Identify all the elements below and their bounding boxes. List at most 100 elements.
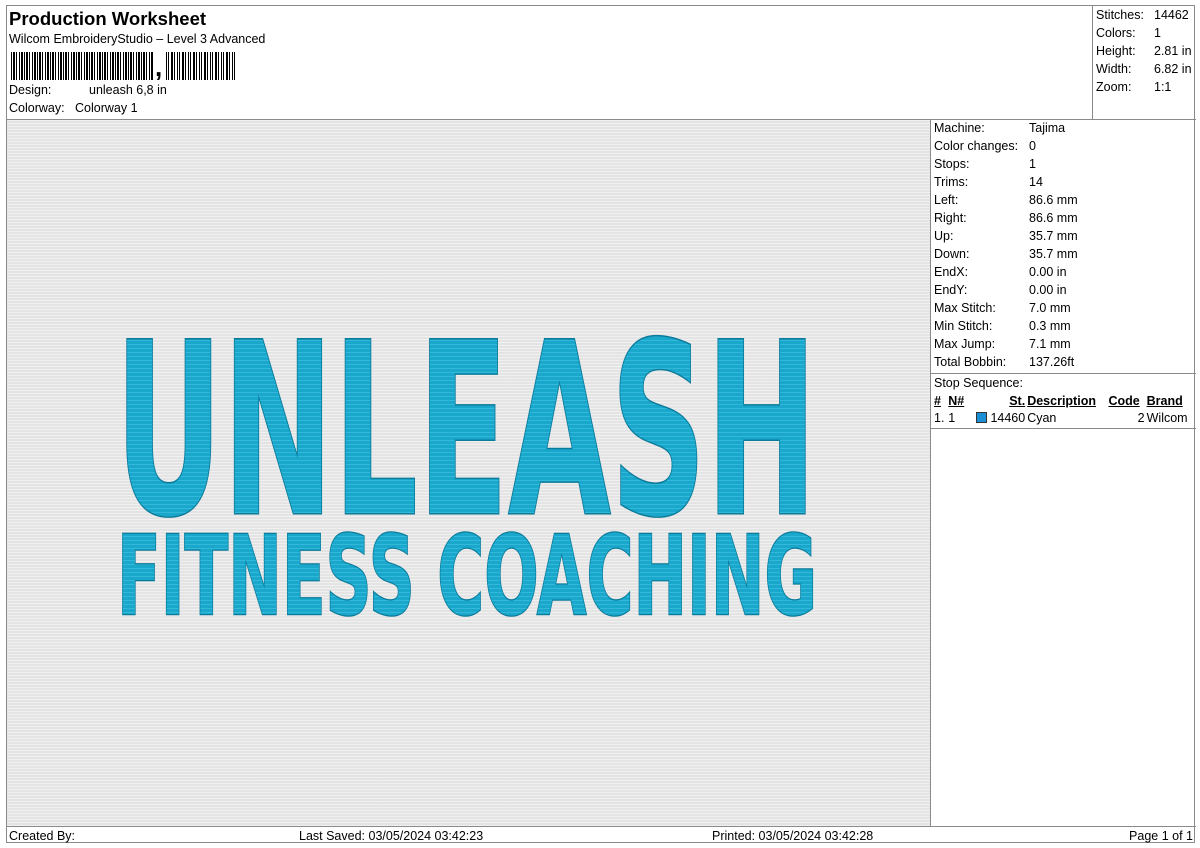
colorway-row: Colorway: Colorway 1	[9, 101, 138, 115]
detail-row: Stops: 1	[931, 156, 1196, 174]
col-needle: N#	[948, 393, 965, 408]
summary-label: Width:	[1096, 62, 1132, 76]
detail-label: Total Bobbin:	[934, 355, 1007, 369]
detail-value: 35.7 mm	[1029, 229, 1078, 243]
design-text-line2: FITNESS COACHING	[117, 512, 817, 640]
detail-label: Trims:	[934, 175, 969, 189]
details-list: Machine: Tajima Color changes: 0 Stops: 1 Trim…	[931, 120, 1196, 372]
row-stitches-cell: 14460	[968, 409, 1026, 426]
summary-label: Stitches:	[1096, 8, 1144, 22]
page-number: Page 1 of 1	[1129, 829, 1193, 843]
color-swatch	[976, 411, 988, 423]
detail-row: Right: 86.6 mm	[931, 210, 1196, 228]
detail-value: 7.0 mm	[1029, 301, 1071, 315]
col-index: #	[934, 393, 941, 408]
summary-panel: Stitches: 14462 Colors: 1 Height: 2.81 in W…	[1092, 6, 1196, 120]
detail-label: Machine:	[934, 121, 985, 135]
summary-value: 14462	[1154, 8, 1189, 22]
detail-value: Tajima	[1029, 121, 1066, 135]
detail-value: 86.6 mm	[1029, 193, 1078, 207]
colorway-value: Colorway 1	[75, 101, 138, 115]
detail-value: 7.1 mm	[1029, 337, 1071, 351]
detail-value: 0.3 mm	[1029, 319, 1071, 333]
summary-label: Colors:	[1096, 26, 1136, 40]
detail-label: Left:	[934, 193, 959, 207]
summary-label: Zoom:	[1096, 80, 1132, 94]
colorway-label: Colorway:	[9, 101, 65, 115]
detail-label: Min Stitch:	[934, 319, 993, 333]
detail-value: 0	[1029, 139, 1036, 153]
created-by: Created By:	[9, 829, 76, 843]
printed-date: Printed: 03/05/2024 03:42:28	[712, 829, 874, 843]
worksheet-header: Production Worksheet Wilcom EmbroiderySt…	[7, 6, 1196, 120]
detail-label: Color changes:	[934, 139, 1019, 153]
detail-row: Machine: Tajima	[931, 120, 1196, 138]
row-brand: Wilcom	[1146, 410, 1188, 425]
detail-label: Max Jump:	[934, 337, 996, 351]
detail-row: Up: 35.7 mm	[931, 228, 1196, 246]
detail-label: Up:	[934, 229, 954, 243]
col-description: Description	[1027, 393, 1096, 408]
detail-row: Max Jump: 7.1 mm	[931, 336, 1196, 354]
summary-row: Colors: 1	[1093, 25, 1196, 43]
summary-row: Width: 6.82 in	[1093, 61, 1196, 79]
row-index: 1.	[934, 410, 945, 425]
detail-value: 1	[1029, 157, 1036, 171]
row-needle: 1	[948, 410, 956, 425]
software-name: Wilcom EmbroideryStudio – Level 3 Advanc…	[9, 32, 266, 46]
detail-row: Min Stitch: 0.3 mm	[931, 318, 1196, 336]
worksheet-footer: Created By: Last Saved: 03/05/2024 03:42…	[7, 826, 1196, 844]
stop-sequence-table: # N# St. Description Code Brand 1. 1 144…	[933, 392, 1195, 426]
design-preview: UNLEASH FITNESS COACHING	[7, 120, 931, 826]
detail-label: Max Stitch:	[934, 301, 996, 315]
detail-label: Down:	[934, 247, 970, 261]
design-label: Design:	[9, 83, 52, 97]
detail-row: Down: 35.7 mm	[931, 246, 1196, 264]
page-title: Production Worksheet	[9, 8, 207, 29]
summary-value: 1:1	[1154, 80, 1172, 94]
summary-row: Stitches: 14462	[1093, 7, 1196, 25]
barcode-bars-secondary	[166, 52, 237, 80]
detail-label: EndY:	[934, 283, 968, 297]
design-row: Design: unleash 6,8 in	[9, 83, 167, 97]
embroidery-render: UNLEASH FITNESS COACHING	[114, 292, 819, 642]
summary-value: 1	[1154, 26, 1161, 40]
row-stitches: 14460	[990, 410, 1026, 425]
detail-label: Right:	[934, 211, 967, 225]
design-value: unleash 6,8 in	[89, 83, 167, 97]
table-row: 1. 1 14460 Cyan 2 Wilcom	[933, 409, 1195, 426]
detail-row: Color changes: 0	[931, 138, 1196, 156]
detail-value: 137.26ft	[1029, 355, 1075, 369]
detail-value: 35.7 mm	[1029, 247, 1078, 261]
stop-sequence-header: # N# St. Description Code Brand	[933, 392, 1195, 409]
col-code: Code	[1108, 393, 1140, 408]
detail-value: 86.6 mm	[1029, 211, 1078, 225]
stop-sequence-title: Stop Sequence:	[931, 373, 1196, 392]
last-saved: Last Saved: 03/05/2024 03:42:23	[299, 829, 484, 843]
col-brand: Brand	[1146, 393, 1183, 408]
summary-value: 6.82 in	[1154, 62, 1192, 76]
detail-value: 0.00 in	[1029, 265, 1067, 279]
col-stitches: St.	[1009, 393, 1026, 408]
detail-row: EndX: 0.00 in	[931, 264, 1196, 282]
barcode: ,	[11, 50, 241, 80]
detail-row: Max Stitch: 7.0 mm	[931, 300, 1196, 318]
machine-details-panel: Machine: Tajima Color changes: 0 Stops: 1 Trim…	[931, 120, 1196, 826]
detail-value: 0.00 in	[1029, 283, 1067, 297]
detail-label: EndX:	[934, 265, 969, 279]
detail-row: Total Bobbin: 137.26ft	[931, 354, 1196, 372]
barcode-bars	[11, 52, 153, 80]
production-worksheet: Production Worksheet Wilcom EmbroiderySt…	[6, 5, 1196, 844]
summary-row: Height: 2.81 in	[1093, 43, 1196, 61]
detail-row: Left: 86.6 mm	[931, 192, 1196, 210]
summary-row: Zoom: 1:1	[1093, 79, 1196, 97]
detail-label: Stops:	[934, 157, 970, 171]
detail-row: Trims: 14	[931, 174, 1196, 192]
summary-label: Height:	[1096, 44, 1136, 58]
barcode-separator: ,	[155, 52, 163, 82]
detail-value: 14	[1029, 175, 1043, 189]
detail-row: EndY: 0.00 in	[931, 282, 1196, 300]
summary-value: 2.81 in	[1154, 44, 1192, 58]
row-description: Cyan	[1027, 410, 1057, 425]
row-code: 2	[1137, 410, 1145, 425]
